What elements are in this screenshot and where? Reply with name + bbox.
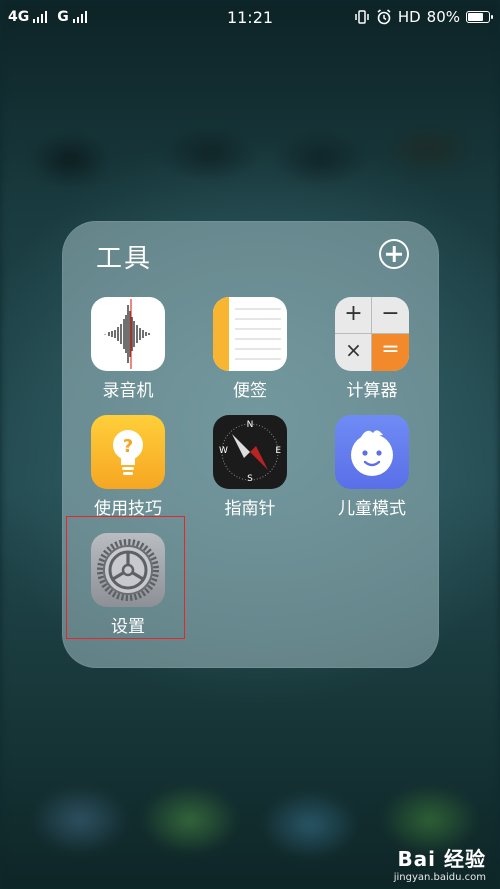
app-recorder[interactable]: 录音机 [68,297,188,401]
compass-e: E [275,446,281,456]
app-label: 儿童模式 [338,499,406,519]
status-right: HD 80% [354,8,493,26]
highlight-box-settings [66,516,185,639]
app-label: 便签 [233,381,267,401]
compass-n: N [246,420,254,430]
baby-face-icon [335,415,409,489]
compass-s: S [247,474,253,484]
alarm-icon [377,9,391,25]
watermark-brand: Bai 经验 [397,847,486,871]
folder-title: 工具 [96,244,153,274]
status-bar: 4G G 11:21 HD 80% [0,0,500,34]
svg-text:?: ? [123,436,133,457]
watermark-url: jingyan.baidu.com [393,872,486,883]
plus-symbol: + [344,301,363,326]
app-notes[interactable]: 便签 [190,297,310,401]
times-symbol: × [345,338,362,362]
battery-percent: 80% [426,8,460,26]
vibrate-icon [355,10,369,24]
calculator-icon: + − × = [335,297,409,371]
app-label: 计算器 [346,381,398,401]
app-calculator[interactable]: + − × = 计算器 [312,297,432,401]
equals-symbol: = [381,337,400,362]
app-kids-mode[interactable]: 儿童模式 [312,415,432,519]
hd-label: HD [397,8,421,26]
app-tips[interactable]: ? 使用技巧 [68,415,188,519]
compass-icon: N S W E [213,415,287,489]
notes-icon [213,297,287,371]
compass-w: W [219,446,228,456]
add-plus-icon[interactable] [379,239,409,269]
app-compass[interactable]: N S W E 指南针 [190,415,310,519]
baidu-watermark: Bai 经验 jingyan.baidu.com [394,843,486,883]
battery-icon [466,11,493,23]
app-label: 录音机 [102,381,154,401]
minus-symbol: − [381,301,400,326]
app-label: 指南针 [224,499,276,519]
waveform-icon [91,297,165,371]
lightbulb-icon: ? [91,415,165,489]
